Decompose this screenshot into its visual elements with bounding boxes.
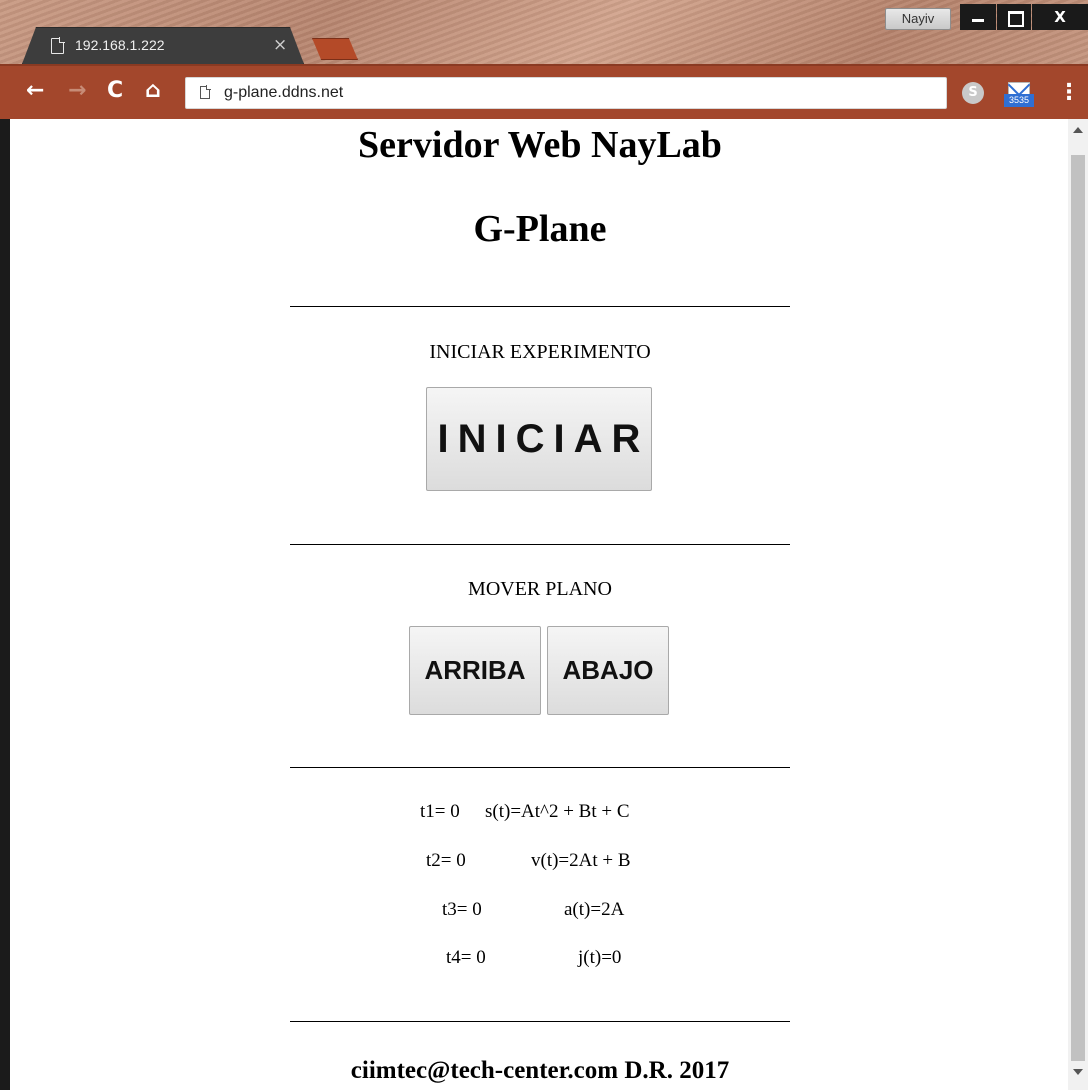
url-text[interactable]: g-plane.ddns.net [224,84,343,102]
back-icon[interactable]: ← [26,78,44,104]
address-bar[interactable]: g-plane.ddns.net [185,77,947,109]
tab-close-icon[interactable]: × [273,35,287,55]
scroll-down-icon[interactable] [1073,1069,1083,1075]
page-viewport: Servidor Web NayLab G-Plane INICIAR EXPE… [10,119,1070,1090]
start-section-label: INICIAR EXPERIMENTO [429,341,651,363]
divider [290,1021,790,1022]
divider [290,544,790,545]
profile-button[interactable]: Nayiv [885,8,951,30]
time-label: t3= 0 [442,899,482,920]
scrollbar-thumb[interactable] [1071,155,1085,1061]
skype-icon[interactable]: S [962,82,984,104]
up-button[interactable]: ARRIBA [409,626,541,715]
equation: s(t)=At^2 + Bt + C [485,801,630,822]
close-window-label: X [1054,8,1066,26]
divider [290,306,790,307]
down-button[interactable]: ABAJO [547,626,669,715]
page-title: Servidor Web NayLab [358,124,722,166]
browser-tab[interactable]: 192.168.1.222 × [22,27,304,64]
page-info-icon[interactable] [200,85,211,99]
time-label: t4= 0 [446,947,486,968]
vertical-scrollbar[interactable] [1068,119,1088,1090]
equation: j(t)=0 [578,947,622,968]
footer-text: ciimtec@tech-center.com D.R. 2017 [350,1057,730,1084]
forward-icon[interactable]: → [68,78,86,104]
time-label: t1= 0 [420,801,460,822]
page-icon [51,38,64,54]
page-subtitle: G-Plane [473,208,607,250]
start-button[interactable]: INICIAR [426,387,652,491]
menu-icon[interactable]: ⋮ [1058,80,1080,106]
time-label: t2= 0 [426,850,466,871]
maximize-icon[interactable] [997,4,1031,30]
scroll-up-icon[interactable] [1073,127,1083,133]
mail-badge: 3535 [1004,94,1034,107]
mail-icon[interactable]: 3535 [1004,82,1034,108]
reload-icon[interactable]: C [107,78,123,104]
equation: v(t)=2At + B [531,850,631,871]
divider [290,767,790,768]
minimize-icon[interactable] [960,4,996,30]
tab-title: 192.168.1.222 [75,37,165,53]
equation: a(t)=2A [564,899,625,920]
browser-toolbar: ← → C ⌂ g-plane.ddns.net S 3535 ⋮ [0,64,1088,119]
close-window-icon[interactable]: X [1032,4,1088,30]
home-icon[interactable]: ⌂ [145,78,161,104]
move-section-label: MOVER PLANO [468,578,612,600]
